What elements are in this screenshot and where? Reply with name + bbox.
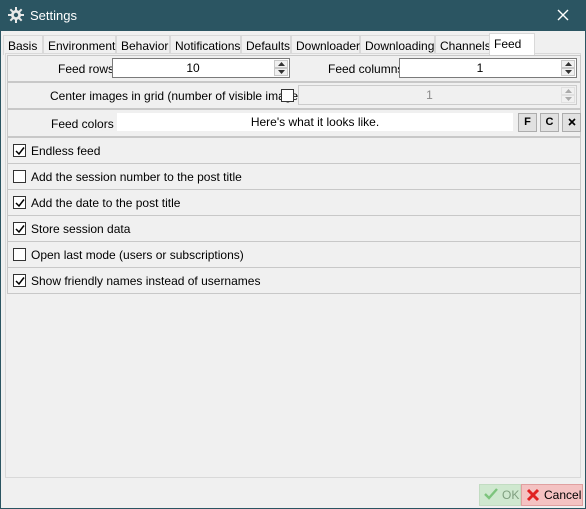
option-friendly-names[interactable]: Show friendly names instead of usernames — [7, 267, 581, 294]
tab-feed[interactable]: Feed — [489, 33, 535, 55]
endless-feed-checkbox[interactable] — [13, 144, 26, 157]
center-images-up-button — [561, 87, 575, 95]
tab-behavior[interactable]: Behavior — [116, 35, 170, 55]
endless-feed-label: Endless feed — [31, 144, 101, 158]
option-endless-feed[interactable]: Endless feed — [7, 137, 581, 164]
feed-rows-up-button[interactable] — [274, 60, 288, 68]
feed-colors-preview: Here's what it looks like. — [117, 113, 513, 131]
checkmark-icon — [15, 277, 25, 286]
feed-rows-spin — [274, 60, 288, 76]
add-date-checkbox[interactable] — [13, 196, 26, 209]
option-session-number[interactable]: Add the session number to the post title — [7, 163, 581, 190]
close-icon — [567, 118, 576, 126]
open-last-mode-label: Open last mode (users or subscriptions) — [31, 248, 244, 262]
x-icon — [526, 488, 540, 502]
center-images-spin — [561, 87, 575, 103]
feed-columns-spin — [561, 60, 575, 76]
back-color-button[interactable]: C — [540, 113, 559, 132]
window-close-button[interactable] — [540, 0, 586, 31]
chevron-down-icon — [565, 97, 572, 101]
chevron-up-icon — [565, 62, 572, 66]
font-color-button[interactable]: F — [518, 113, 537, 132]
feed-columns-down-button[interactable] — [561, 68, 575, 76]
add-date-label: Add the date to the post title — [31, 196, 181, 210]
feed-tab-panel: Feed rows 10 Feed columns 1 Center image… — [5, 53, 581, 478]
center-images-label: Center images in grid (number of visible… — [50, 89, 309, 103]
chevron-up-icon — [278, 62, 285, 66]
tab-environment[interactable]: Environment — [43, 35, 116, 55]
tab-channels[interactable]: Channels — [435, 35, 491, 55]
feed-rows-stepper[interactable]: 10 — [112, 58, 290, 78]
close-icon — [557, 9, 569, 21]
center-images-stepper: 1 — [298, 85, 577, 105]
feed-rows-down-button[interactable] — [274, 68, 288, 76]
checkmark-icon — [15, 225, 25, 234]
cancel-button[interactable]: Cancel — [521, 484, 583, 506]
chevron-down-icon — [565, 70, 572, 74]
checkmark-icon — [15, 147, 25, 156]
tab-notifications[interactable]: Notifications — [170, 35, 241, 55]
center-images-value: 1 — [426, 88, 433, 102]
feed-columns-value: 1 — [476, 61, 484, 75]
tab-basis[interactable]: Basis — [3, 35, 43, 55]
chevron-down-icon — [278, 70, 285, 74]
clear-colors-button[interactable] — [562, 113, 581, 132]
session-number-label: Add the session number to the post title — [31, 170, 242, 184]
feed-size-row: Feed rows 10 Feed columns 1 — [7, 55, 581, 82]
center-images-down-button — [561, 95, 575, 103]
gear-icon — [8, 7, 24, 23]
tab-defaults[interactable]: Defaults — [241, 35, 291, 55]
cancel-label: Cancel — [544, 488, 582, 502]
ok-button[interactable]: OK — [479, 484, 521, 506]
option-open-last-mode[interactable]: Open last mode (users or subscriptions) — [7, 241, 581, 268]
option-add-date[interactable]: Add the date to the post title — [7, 189, 581, 216]
feed-colors-label: Feed colors — [51, 117, 114, 131]
title-bar: Settings — [0, 0, 586, 31]
feed-columns-stepper[interactable]: 1 — [399, 58, 577, 78]
option-store-session[interactable]: Store session data — [7, 215, 581, 242]
tab-downloading[interactable]: Downloading — [360, 35, 435, 55]
feed-rows-label: Feed rows — [58, 62, 115, 76]
tab-downloader[interactable]: Downloader — [291, 35, 360, 55]
feed-colors-row: Feed colors Here's what it looks like. F… — [7, 109, 581, 137]
chevron-up-icon — [565, 89, 572, 93]
friendly-names-checkbox[interactable] — [13, 274, 26, 287]
ok-label: OK — [502, 488, 520, 502]
center-images-row: Center images in grid (number of visible… — [7, 82, 581, 109]
store-session-label: Store session data — [31, 222, 131, 236]
feed-rows-value: 10 — [186, 61, 200, 75]
window-title: Settings — [30, 8, 77, 23]
open-last-mode-checkbox[interactable] — [13, 248, 26, 261]
center-images-checkbox[interactable] — [281, 89, 294, 102]
store-session-checkbox[interactable] — [13, 222, 26, 235]
dialog-body: Basis Environment Behavior Notifications… — [0, 31, 586, 509]
friendly-names-label: Show friendly names instead of usernames — [31, 274, 261, 288]
feed-columns-up-button[interactable] — [561, 60, 575, 68]
session-number-checkbox[interactable] — [13, 170, 26, 183]
feed-columns-label: Feed columns — [328, 62, 404, 76]
checkmark-icon — [15, 199, 25, 208]
checkmark-icon — [484, 488, 498, 500]
